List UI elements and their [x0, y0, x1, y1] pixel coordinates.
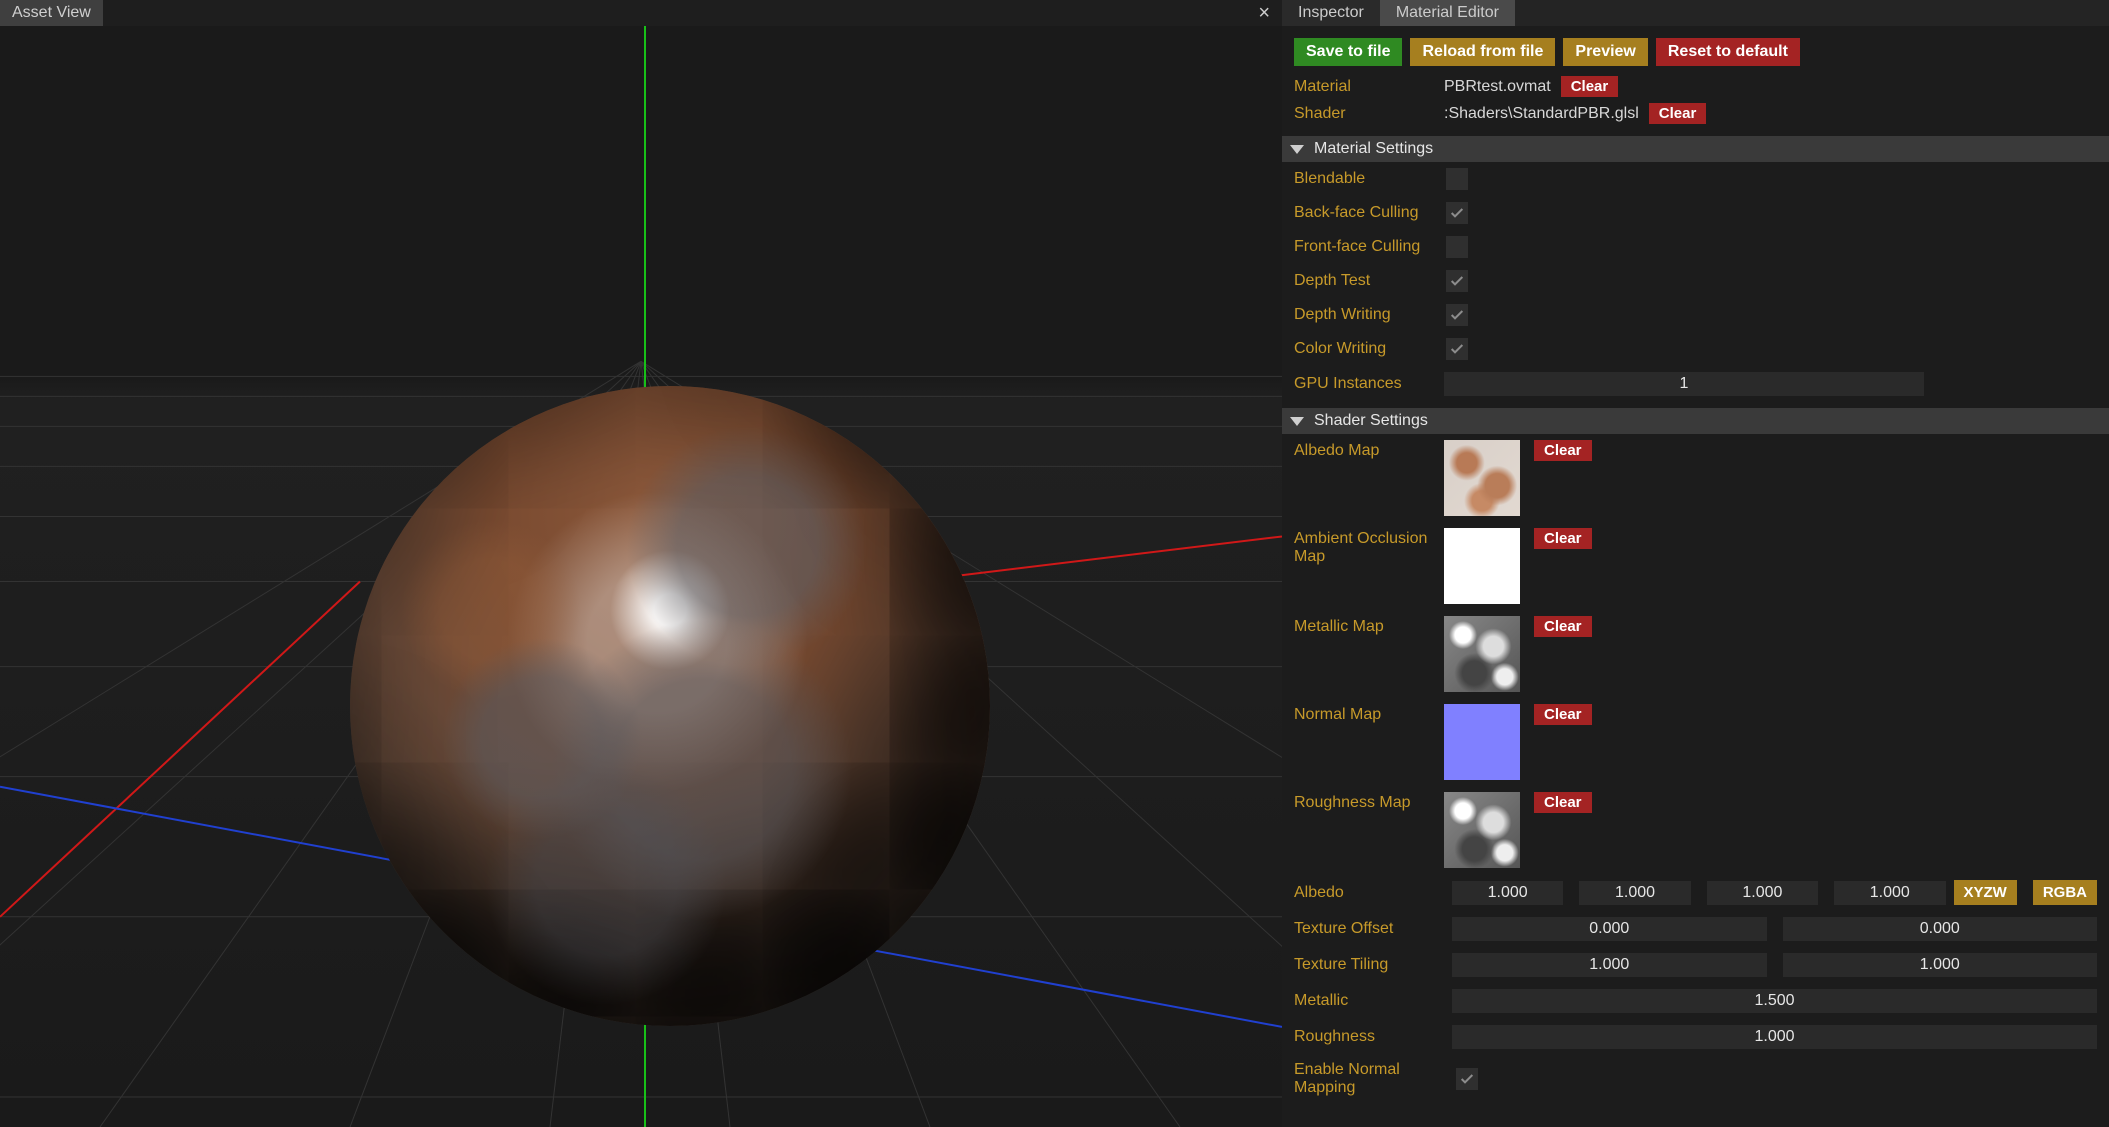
map-normal: Normal Map Clear	[1282, 698, 2109, 786]
prop-metallic: Metallic 1.500	[1282, 983, 2109, 1019]
checkbox-depthwrite[interactable]	[1446, 304, 1468, 326]
prop-blendable: Blendable	[1282, 162, 2109, 196]
clear-albedo-button[interactable]: Clear	[1534, 440, 1592, 461]
checkbox-backface[interactable]	[1446, 202, 1468, 224]
clear-ao-button[interactable]: Clear	[1534, 528, 1592, 549]
map-ao: Ambient Occlusion Map Clear	[1282, 522, 2109, 610]
albedo-x[interactable]: 1.000	[1452, 881, 1563, 905]
tab-asset-view[interactable]: Asset View	[0, 0, 103, 26]
prop-frontface-culling: Front-face Culling	[1282, 230, 2109, 264]
checkbox-depthtest[interactable]	[1446, 270, 1468, 292]
reload-button[interactable]: Reload from file	[1410, 38, 1555, 66]
prop-color-writing: Color Writing	[1282, 332, 2109, 366]
section-title: Material Settings	[1314, 140, 1433, 158]
checkbox-enable-normal[interactable]	[1456, 1068, 1478, 1090]
clear-material-button[interactable]: Clear	[1561, 76, 1619, 97]
albedo-y[interactable]: 1.000	[1579, 881, 1690, 905]
material-label: Material	[1294, 78, 1444, 96]
prop-texture-offset: Texture Offset 0.000 0.000	[1282, 911, 2109, 947]
prop-enable-normal-mapping: Enable Normal Mapping	[1282, 1055, 2109, 1103]
chevron-down-icon	[1290, 417, 1304, 426]
xyzw-button[interactable]: XYZW	[1954, 880, 2017, 905]
asset-view-tabbar: Asset View	[0, 0, 1282, 26]
section-shader-settings[interactable]: Shader Settings	[1282, 408, 2109, 434]
tab-label: Asset View	[12, 4, 91, 22]
tab-inspector[interactable]: Inspector	[1282, 0, 1380, 26]
texoffset-x[interactable]: 0.000	[1452, 917, 1767, 941]
prop-depth-writing: Depth Writing	[1282, 298, 2109, 332]
section-title: Shader Settings	[1314, 412, 1428, 430]
checkbox-blendable[interactable]	[1446, 168, 1468, 190]
action-row: Save to file Reload from file Preview Re…	[1282, 26, 2109, 76]
rgba-button[interactable]: RGBA	[2033, 880, 2097, 905]
right-tabbar: Inspector Material Editor	[1282, 0, 2109, 26]
checkbox-frontface[interactable]	[1446, 236, 1468, 258]
clear-metallic-button[interactable]: Clear	[1534, 616, 1592, 637]
prop-roughness: Roughness 1.000	[1282, 1019, 2109, 1055]
material-path-row: Material PBRtest.ovmat Clear	[1282, 76, 2109, 103]
preview-button[interactable]: Preview	[1563, 38, 1647, 66]
metallic-value[interactable]: 1.500	[1452, 989, 2097, 1013]
prop-depth-test: Depth Test	[1282, 264, 2109, 298]
chevron-down-icon	[1290, 145, 1304, 154]
albedo-z[interactable]: 1.000	[1707, 881, 1818, 905]
prop-albedo-vec: Albedo 1.000 1.000 1.000 1.000 XYZW RGBA	[1282, 874, 2109, 911]
map-albedo: Albedo Map Clear	[1282, 434, 2109, 522]
shader-label: Shader	[1294, 105, 1444, 123]
save-button[interactable]: Save to file	[1294, 38, 1402, 66]
right-panel: Inspector Material Editor Save to file R…	[1282, 0, 2109, 1127]
prop-backface-culling: Back-face Culling	[1282, 196, 2109, 230]
clear-roughness-button[interactable]: Clear	[1534, 792, 1592, 813]
close-icon[interactable]: ×	[1258, 2, 1270, 25]
material-editor-content: Save to file Reload from file Preview Re…	[1282, 26, 2109, 1127]
shader-path-row: Shader :Shaders\StandardPBR.glsl Clear	[1282, 103, 2109, 130]
input-gpu-instances[interactable]: 1	[1444, 372, 1924, 396]
tab-material-editor[interactable]: Material Editor	[1380, 0, 1515, 26]
clear-normal-button[interactable]: Clear	[1534, 704, 1592, 725]
texoffset-y[interactable]: 0.000	[1783, 917, 2098, 941]
viewport-3d[interactable]	[0, 26, 1282, 1127]
albedo-w[interactable]: 1.000	[1834, 881, 1945, 905]
tab-label: Inspector	[1298, 4, 1364, 22]
clear-shader-button[interactable]: Clear	[1649, 103, 1707, 124]
thumb-ao[interactable]	[1444, 528, 1520, 604]
app-root: Asset View ×	[0, 0, 2109, 1127]
preview-sphere	[350, 386, 990, 1026]
shader-value: :Shaders\StandardPBR.glsl	[1444, 105, 1639, 123]
reset-button[interactable]: Reset to default	[1656, 38, 1800, 66]
section-material-settings[interactable]: Material Settings	[1282, 136, 2109, 162]
material-value: PBRtest.ovmat	[1444, 78, 1551, 96]
roughness-value[interactable]: 1.000	[1452, 1025, 2097, 1049]
thumb-metallic[interactable]	[1444, 616, 1520, 692]
checkbox-colorwrite[interactable]	[1446, 338, 1468, 360]
thumb-albedo[interactable]	[1444, 440, 1520, 516]
textiling-x[interactable]: 1.000	[1452, 953, 1767, 977]
prop-gpu-instances: GPU Instances 1	[1282, 366, 2109, 402]
thumb-roughness[interactable]	[1444, 792, 1520, 868]
prop-texture-tiling: Texture Tiling 1.000 1.000	[1282, 947, 2109, 983]
map-metallic: Metallic Map Clear	[1282, 610, 2109, 698]
tab-label: Material Editor	[1396, 4, 1499, 22]
thumb-normal[interactable]	[1444, 704, 1520, 780]
map-roughness: Roughness Map Clear	[1282, 786, 2109, 874]
asset-view-panel: Asset View ×	[0, 0, 1282, 1127]
textiling-y[interactable]: 1.000	[1783, 953, 2098, 977]
